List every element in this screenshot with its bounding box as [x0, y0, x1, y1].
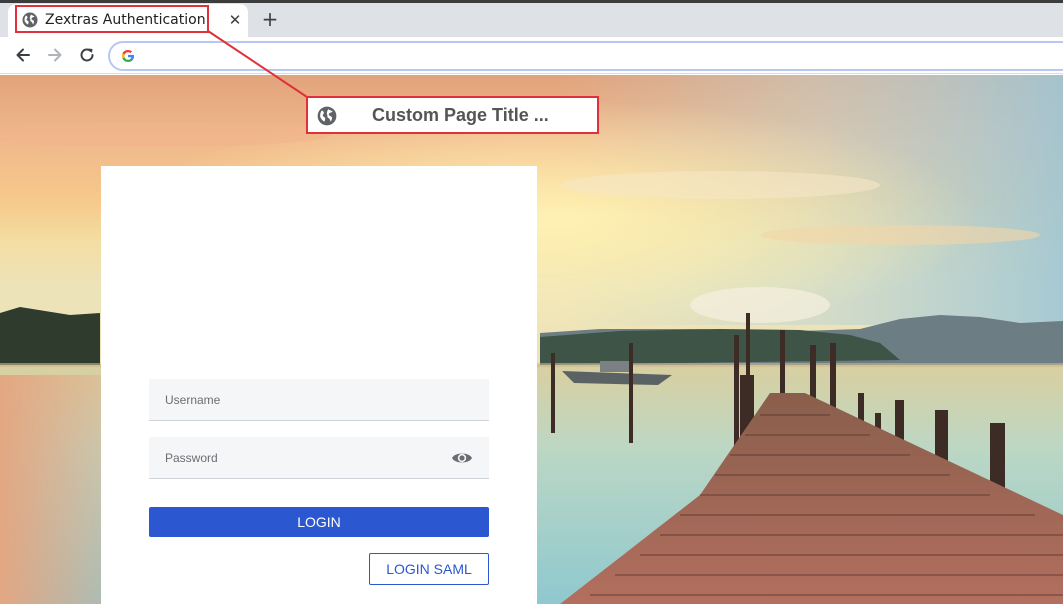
new-tab-button[interactable]: + — [258, 7, 282, 31]
browser-toolbar — [0, 37, 1063, 74]
address-bar[interactable] — [108, 41, 1063, 71]
browser-tab-strip: Zextras Authentication ✕ + — [0, 0, 1063, 37]
username-field-wrapper — [149, 379, 489, 421]
password-field-wrapper — [149, 437, 489, 479]
globe-icon — [317, 106, 337, 126]
browser-tab[interactable]: Zextras Authentication ✕ — [8, 4, 248, 37]
arrow-forward-icon[interactable] — [45, 45, 65, 65]
tab-close-icon[interactable]: ✕ — [226, 11, 244, 29]
password-input[interactable] — [149, 437, 489, 478]
login-button[interactable]: LOGIN — [149, 507, 489, 537]
arrow-back-icon[interactable] — [13, 45, 33, 65]
login-saml-button[interactable]: LOGIN SAML — [369, 553, 489, 585]
reload-icon[interactable] — [77, 45, 97, 65]
callout-title-text: Custom Page Title ... — [372, 105, 549, 125]
login-card: LOGIN LOGIN SAML — [101, 166, 537, 604]
custom-title-callout: Custom Page Title ... — [306, 96, 599, 134]
username-input[interactable] — [149, 379, 489, 420]
tab-title: Zextras Authentication — [45, 12, 206, 28]
google-g-icon — [121, 50, 134, 62]
globe-icon — [22, 12, 38, 28]
eye-icon[interactable] — [451, 449, 473, 467]
